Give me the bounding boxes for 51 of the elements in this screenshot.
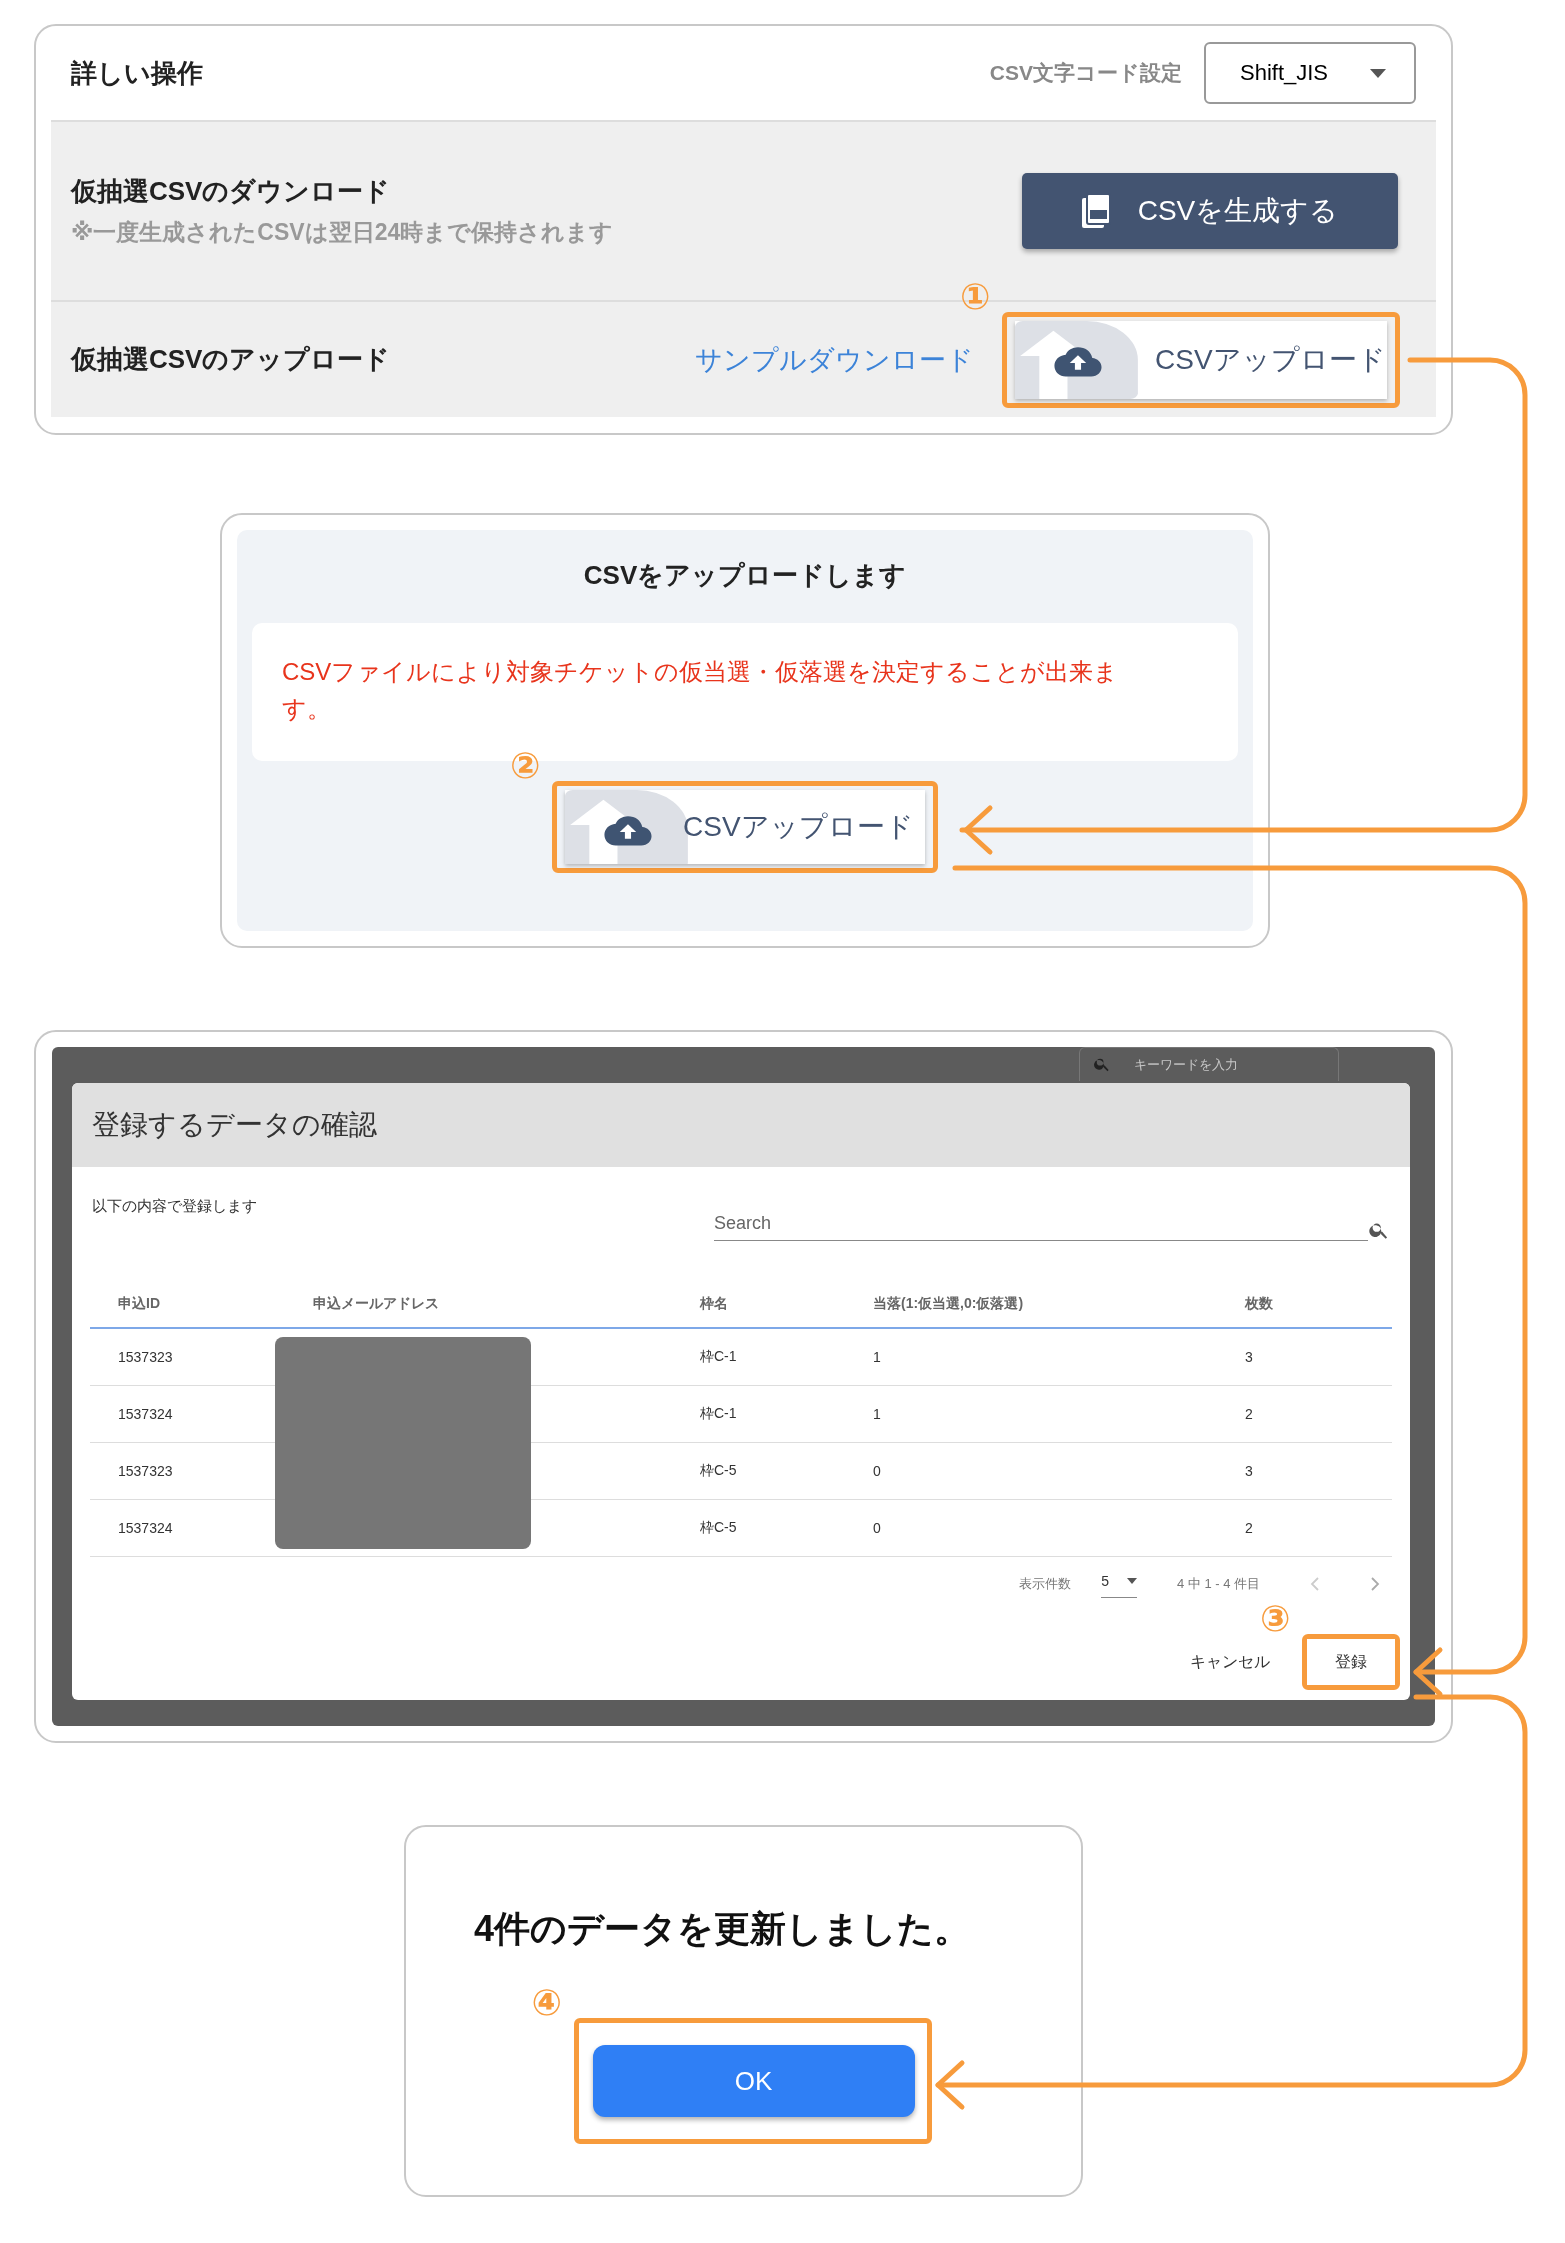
step-number: ③	[1260, 1598, 1291, 1640]
table-cell-text: 0	[873, 1463, 882, 1479]
column-header: 枠名	[700, 1295, 729, 1313]
cancel-button[interactable]: キャンセル	[1184, 1650, 1276, 1674]
table-cell-text: 枠C-1	[700, 1348, 738, 1366]
panel-title: 詳しい操作	[71, 56, 203, 90]
rows-per-page-select[interactable]: 5	[1101, 1569, 1137, 1598]
dialog-title: CSVをアップロードします	[583, 559, 907, 592]
table-cell-text: 枠C-5	[700, 1462, 738, 1480]
csv-upload-button[interactable]: CSVアップロード	[1015, 320, 1387, 399]
ok-button[interactable]: OK	[592, 2045, 915, 2117]
table-cell-text: 0	[873, 1520, 882, 1536]
step-number: ①	[960, 275, 991, 318]
csv-file-icon	[1081, 193, 1112, 229]
dialog-title: 登録するデータの確認	[92, 1108, 377, 1142]
table-cell-text: 1	[873, 1349, 882, 1365]
table-cell-text: 2	[1245, 1520, 1254, 1536]
table-cell-text: 1537324	[118, 1406, 174, 1422]
table-cell-text: 1537323	[118, 1349, 174, 1365]
warning-message: CSVファイルにより対象チケットの仮当選・仮落選を決定することが出来ます。	[282, 657, 1120, 724]
table-cell-text: 1537323	[118, 1463, 174, 1479]
column-header: 申込ID	[118, 1295, 161, 1313]
rows-per-page-label: 表示件数	[1019, 1574, 1072, 1593]
retention-note: ※一度生成されたCSVは翌日24時まで保持されます	[71, 218, 614, 247]
table-cell-text: 3	[1245, 1349, 1254, 1365]
row-title: 仮抽選CSVのアップロード	[71, 343, 391, 376]
table-cell-text: 1537324	[118, 1520, 174, 1536]
previous-page-icon[interactable]	[1310, 1575, 1320, 1592]
generate-csv-button[interactable]: CSVを生成する	[1022, 173, 1398, 249]
table-cell-text: 3	[1245, 1463, 1254, 1479]
page-range: 4 中 1 - 4 件目	[1176, 1574, 1260, 1593]
result-message: 4件のデータを更新しました。	[474, 1907, 972, 1951]
step-number: ②	[510, 745, 541, 787]
csv-upload-button[interactable]: CSVアップロード	[565, 790, 925, 864]
column-header: 当落(1:仮当選,0:仮落選)	[873, 1295, 1025, 1313]
table-cell-text: 1	[873, 1406, 882, 1422]
dialog-subtitle: 以下の内容で登録します	[92, 1197, 257, 1216]
register-button[interactable]: 登録	[1307, 1639, 1395, 1685]
next-page-icon[interactable]	[1370, 1575, 1380, 1592]
dropdown-caret-icon	[1126, 1578, 1137, 1584]
dropdown-caret-icon	[1370, 68, 1386, 78]
encoding-select[interactable]: Shift_JIS	[1204, 42, 1416, 104]
table-cell-text: 2	[1245, 1406, 1254, 1422]
row-title: 仮抽選CSVのダウンロード	[71, 175, 392, 208]
step-number: ④	[531, 1982, 562, 2024]
encoding-label: CSV文字コード設定	[989, 60, 1182, 86]
table-cell-text: 枠C-1	[700, 1405, 738, 1423]
column-header: 申込メールアドレス	[313, 1295, 440, 1313]
keyword-search-field[interactable]: キーワードを入力	[1079, 1047, 1339, 1081]
table-cell-text: 枠C-5	[700, 1519, 738, 1537]
column-header: 枚数	[1245, 1295, 1274, 1313]
